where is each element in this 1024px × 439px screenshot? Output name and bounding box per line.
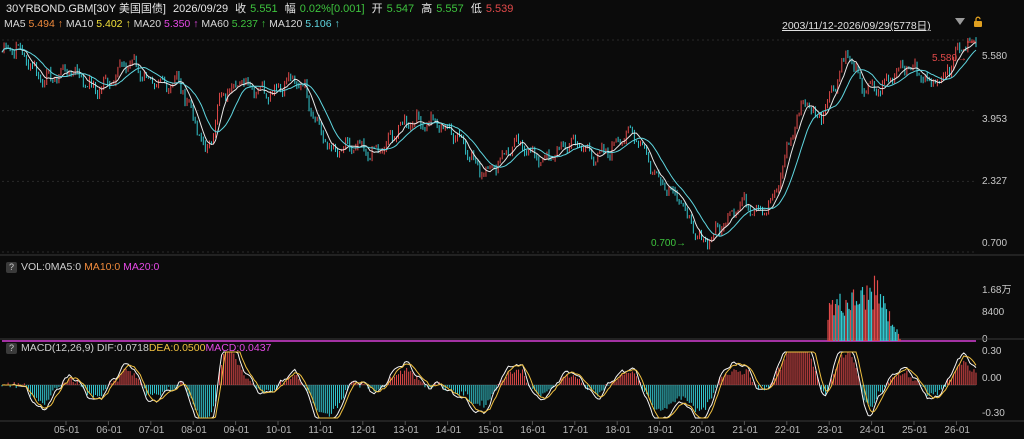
- macd-pane: [1, 351, 977, 419]
- volume-pane: [2, 275, 976, 342]
- chart-canvas[interactable]: [0, 0, 1024, 439]
- ma-short-line: [1, 42, 977, 242]
- grid: [0, 39, 1024, 425]
- price-pane: [1, 37, 977, 250]
